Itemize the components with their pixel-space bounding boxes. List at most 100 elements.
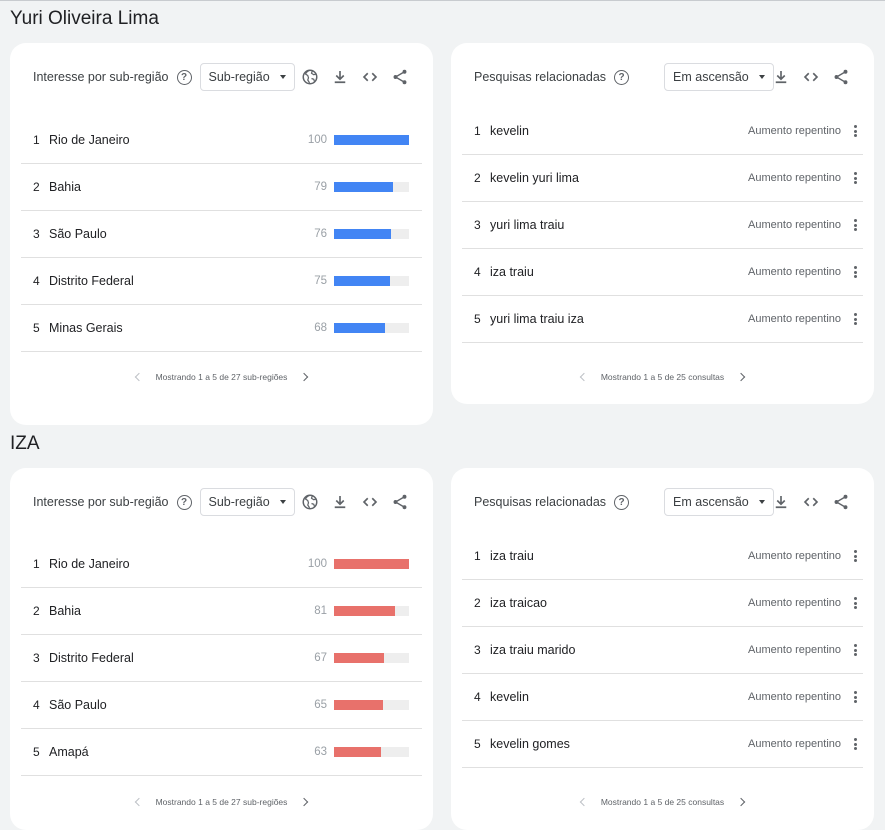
subregion-list: 1 Rio de Janeiro 100 2 Bahia 81 3 Distrito Fe…	[21, 541, 422, 776]
table-row[interactable]: 1 Rio de Janeiro 100	[21, 117, 422, 164]
embed-code-icon[interactable]	[360, 492, 380, 512]
pagination: Mostrando 1 a 5 de 27 sub-regiões	[10, 369, 433, 385]
embed-code-icon[interactable]	[360, 67, 380, 87]
list-item[interactable]: 2 kevelin yuri lima Aumento repentino	[462, 155, 863, 202]
row-status: Aumento repentino	[748, 691, 841, 703]
select-value: Sub-região	[208, 495, 270, 509]
list-item[interactable]: 4 kevelin Aumento repentino	[462, 674, 863, 721]
list-item[interactable]: 5 kevelin gomes Aumento repentino	[462, 721, 863, 768]
row-rank: 1	[474, 549, 481, 563]
more-vert-icon[interactable]	[850, 642, 860, 658]
bar-track	[334, 559, 409, 569]
more-vert-icon[interactable]	[850, 311, 860, 327]
row-label: kevelin	[490, 690, 529, 704]
row-label: yuri lima traiu	[490, 218, 565, 232]
chevron-left-icon[interactable]	[134, 372, 143, 382]
help-icon[interactable]: ?	[614, 494, 630, 510]
list-item[interactable]: 3 iza traiu marido Aumento repentino	[462, 627, 863, 674]
row-value: 79	[314, 181, 327, 193]
row-label: iza traicao	[490, 596, 547, 610]
subregion-list: 1 Rio de Janeiro 100 2 Bahia 79 3 São Paulo 76…	[21, 117, 422, 352]
row-rank: 5	[33, 321, 40, 335]
more-vert-icon[interactable]	[850, 595, 860, 611]
embed-code-icon[interactable]	[801, 67, 821, 87]
bar-track	[334, 606, 409, 616]
share-icon[interactable]	[390, 67, 410, 87]
rising-select[interactable]: Em ascensão	[664, 488, 774, 516]
more-vert-icon[interactable]	[850, 548, 860, 564]
row-rank: 5	[33, 745, 40, 759]
download-icon[interactable]	[330, 67, 350, 87]
list-item[interactable]: 4 iza traiu Aumento repentino	[462, 249, 863, 296]
share-icon[interactable]	[831, 492, 851, 512]
row-label: Distrito Federal	[49, 274, 134, 288]
list-item[interactable]: 2 iza traicao Aumento repentino	[462, 580, 863, 627]
row-rank: 3	[33, 227, 40, 241]
chevron-left-icon[interactable]	[579, 372, 589, 382]
bar-fill	[334, 276, 391, 286]
bar-fill	[334, 323, 385, 333]
row-label: iza traiu	[490, 265, 534, 279]
row-rank: 2	[474, 171, 481, 185]
chevron-right-icon[interactable]	[736, 372, 746, 382]
globe-icon[interactable]	[300, 492, 320, 512]
table-row[interactable]: 2 Bahia 79	[21, 164, 422, 211]
embed-code-icon[interactable]	[801, 492, 821, 512]
row-rank: 2	[33, 180, 40, 194]
row-rank: 1	[474, 124, 481, 138]
share-icon[interactable]	[831, 67, 851, 87]
more-vert-icon[interactable]	[850, 689, 860, 705]
globe-icon[interactable]	[300, 67, 320, 87]
row-label: kevelin yuri lima	[490, 171, 579, 185]
row-rank: 5	[474, 312, 481, 326]
share-icon[interactable]	[390, 492, 410, 512]
table-row[interactable]: 5 Minas Gerais 68	[21, 305, 422, 352]
bar-track	[334, 323, 409, 333]
table-row[interactable]: 3 São Paulo 76	[21, 211, 422, 258]
table-row[interactable]: 2 Bahia 81	[21, 588, 422, 635]
row-rank: 4	[474, 265, 481, 279]
list-item[interactable]: 1 kevelin Aumento repentino	[462, 108, 863, 155]
more-vert-icon[interactable]	[850, 217, 860, 233]
table-row[interactable]: 5 Amapá 63	[21, 729, 422, 776]
download-icon[interactable]	[771, 67, 791, 87]
table-row[interactable]: 1 Rio de Janeiro 100	[21, 541, 422, 588]
row-label: Distrito Federal	[49, 651, 134, 665]
subregion-select[interactable]: Sub-região	[199, 488, 295, 516]
list-item[interactable]: 1 iza traiu Aumento repentino	[462, 533, 863, 580]
download-icon[interactable]	[771, 492, 791, 512]
row-value: 65	[314, 699, 327, 711]
row-value: 100	[307, 134, 327, 146]
more-vert-icon[interactable]	[850, 736, 860, 752]
bar-track	[334, 182, 409, 192]
table-row[interactable]: 3 Distrito Federal 67	[21, 635, 422, 682]
related-list: 1 iza traiu Aumento repentino 2 iza traicao…	[462, 533, 863, 768]
chevron-right-icon[interactable]	[300, 372, 309, 382]
bar-fill	[334, 700, 383, 710]
row-value: 81	[314, 605, 327, 617]
row-status: Aumento repentino	[748, 644, 841, 656]
list-item[interactable]: 3 yuri lima traiu Aumento repentino	[462, 202, 863, 249]
row-label: São Paulo	[49, 227, 107, 241]
row-label: Amapá	[49, 745, 89, 759]
chevron-left-icon[interactable]	[579, 797, 589, 807]
caret-down-icon	[279, 500, 286, 504]
more-vert-icon[interactable]	[850, 123, 860, 139]
chevron-right-icon[interactable]	[736, 797, 746, 807]
help-icon[interactable]: ?	[176, 69, 192, 85]
help-icon[interactable]: ?	[176, 494, 192, 510]
table-row[interactable]: 4 São Paulo 65	[21, 682, 422, 729]
rising-select[interactable]: Em ascensão	[664, 63, 774, 91]
download-icon[interactable]	[330, 492, 350, 512]
help-icon[interactable]: ?	[614, 69, 630, 85]
row-status: Aumento repentino	[748, 738, 841, 750]
list-item[interactable]: 5 yuri lima traiu iza Aumento repentino	[462, 296, 863, 343]
more-vert-icon[interactable]	[850, 264, 860, 280]
chevron-right-icon[interactable]	[300, 797, 309, 807]
table-row[interactable]: 4 Distrito Federal 75	[21, 258, 422, 305]
chevron-left-icon[interactable]	[134, 797, 143, 807]
more-vert-icon[interactable]	[850, 170, 860, 186]
subregion-select[interactable]: Sub-região	[199, 63, 295, 91]
row-status: Aumento repentino	[748, 266, 841, 278]
bar-fill	[334, 229, 391, 239]
